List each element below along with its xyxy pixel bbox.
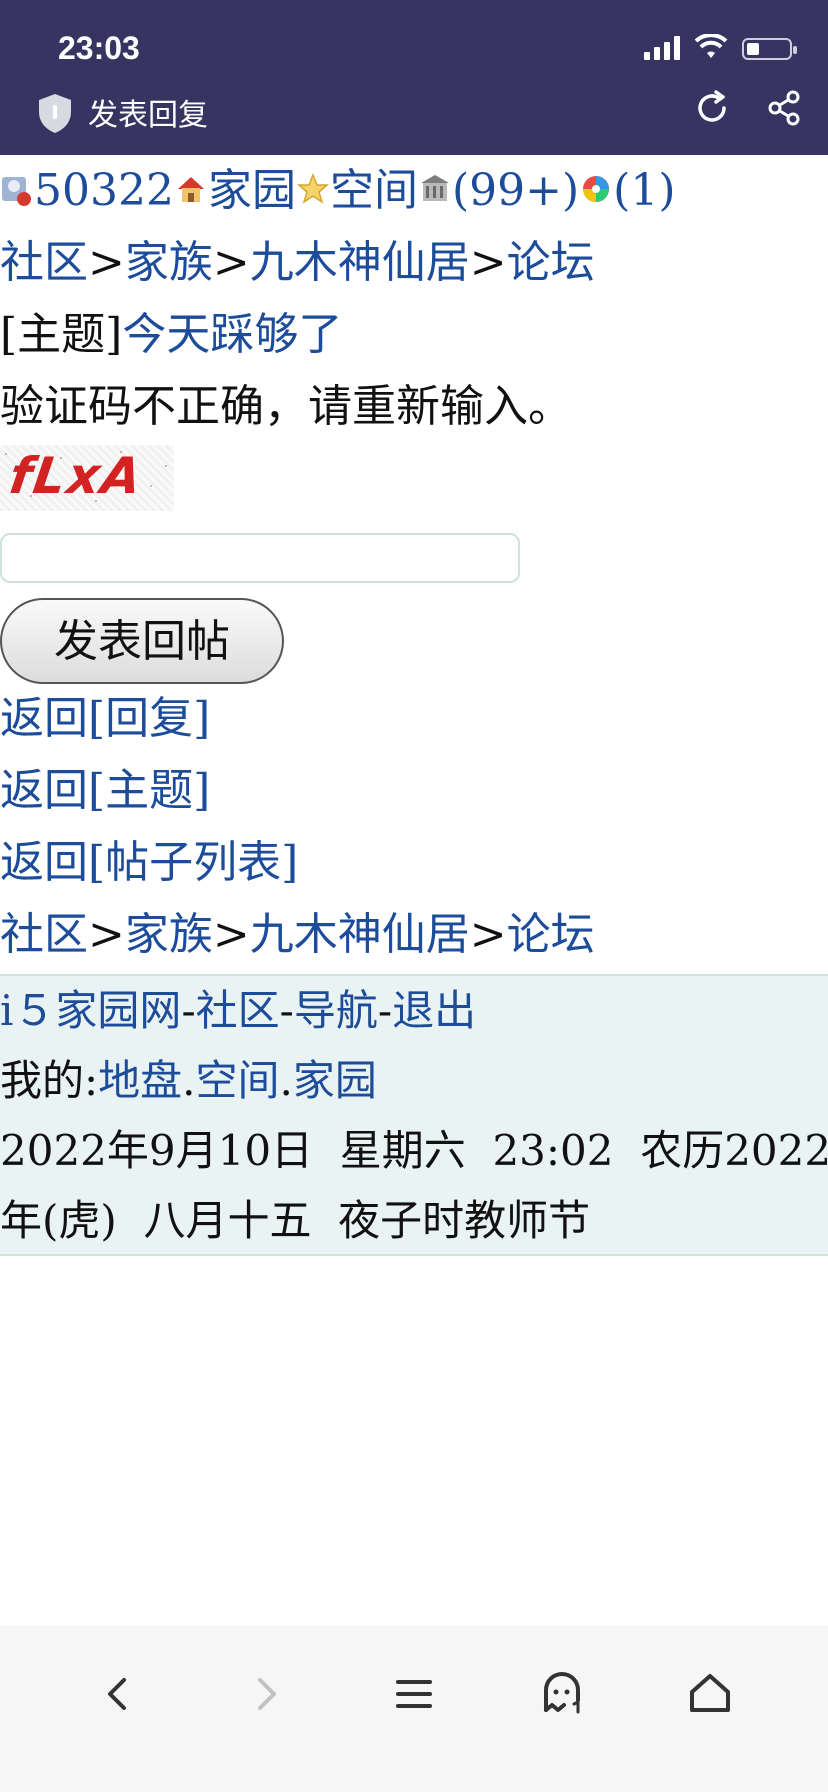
house-icon[interactable] xyxy=(174,171,208,207)
breadcrumb-sep: > xyxy=(212,909,250,960)
mine-home-link[interactable]: 家园 xyxy=(293,1056,377,1105)
breadcrumb-forum[interactable]: 论坛 xyxy=(507,909,595,960)
footer-dot: . xyxy=(279,1056,293,1105)
space-link[interactable]: 空间 xyxy=(330,165,418,216)
mine-space-link[interactable]: 空间 xyxy=(196,1056,280,1105)
footer-nav-link[interactable]: 导航 xyxy=(294,986,378,1035)
captcha-image: fLxA xyxy=(0,445,174,511)
page-title: 发表回复 xyxy=(88,99,208,132)
error-message: 验证码不正确，请重新输入。 xyxy=(0,381,572,432)
menu-icon[interactable] xyxy=(386,1666,442,1722)
breadcrumb-forum[interactable]: 论坛 xyxy=(507,237,595,288)
mine-land-link[interactable]: 地盘 xyxy=(98,1056,182,1105)
captcha-input[interactable] xyxy=(0,533,520,583)
site-footer: i５家园网-社区-导航-退出 我的:地盘.空间.家园 2022年9月10日 星期… xyxy=(0,974,828,1256)
captcha-text: fLxA xyxy=(5,447,147,505)
battery-icon xyxy=(742,38,797,60)
breadcrumb-sep: > xyxy=(212,237,250,288)
topic-line: [主题]今天踩够了 xyxy=(0,299,828,371)
home-link[interactable]: 家园 xyxy=(208,165,296,216)
main-content: 50322 家园 空间 (99+) (1) 社区>家族>九木神仙居>论坛 [主题… xyxy=(0,155,828,443)
footer-community-link[interactable]: 社区 xyxy=(196,986,280,1035)
battery-level xyxy=(747,43,759,55)
home-icon[interactable] xyxy=(682,1666,738,1722)
breadcrumb: 社区>家族>九木神仙居>论坛 xyxy=(0,227,828,299)
breadcrumb-group[interactable]: 九木神仙居 xyxy=(250,237,470,288)
signal-icon xyxy=(644,36,680,60)
status-icons xyxy=(644,34,797,60)
extra-count-link[interactable]: (1) xyxy=(613,165,675,216)
star-icon[interactable] xyxy=(296,171,330,207)
footer-dash: - xyxy=(377,986,393,1035)
browser-bottom-bar xyxy=(0,1626,828,1792)
shield-icon xyxy=(39,94,71,133)
breadcrumb-sep: > xyxy=(469,237,507,288)
submit-reply-button[interactable]: 发表回帖 xyxy=(0,598,284,684)
refresh-icon[interactable] xyxy=(692,88,732,128)
breadcrumb-community[interactable]: 社区 xyxy=(0,909,88,960)
topic-prefix: [主题] xyxy=(0,309,123,360)
mine-prefix: 我的: xyxy=(0,1056,99,1105)
breadcrumb-sep: > xyxy=(88,909,125,960)
footer-nav: i５家园网-社区-导航-退出 xyxy=(0,976,828,1046)
ghost-icon[interactable] xyxy=(534,1666,590,1722)
site-home-link[interactable]: i５家园网 xyxy=(0,986,181,1035)
status-bar: 23:03 xyxy=(0,0,828,98)
breadcrumb-sep: > xyxy=(469,909,507,960)
forward-icon[interactable] xyxy=(238,1666,294,1722)
breadcrumb-community[interactable]: 社区 xyxy=(0,237,88,288)
return-links: 返回[回复] 返回[主题] 返回[帖子列表] 社区>家族>九木神仙居>论坛 xyxy=(0,683,595,971)
footer-dash: - xyxy=(279,986,294,1035)
building-icon[interactable] xyxy=(418,171,452,207)
breadcrumb-clan[interactable]: 家族 xyxy=(125,237,213,288)
back-to-list-link[interactable]: 返回[帖子列表] xyxy=(0,837,298,888)
topic-title-link[interactable]: 今天踩够了 xyxy=(122,309,342,360)
back-to-topic-link[interactable]: 返回[主题] xyxy=(0,765,210,816)
user-avatar-icon[interactable] xyxy=(0,171,34,207)
pinwheel-icon[interactable] xyxy=(579,171,613,207)
browser-title-bar: 发表回复 xyxy=(0,90,828,155)
share-icon[interactable] xyxy=(764,88,804,128)
wifi-icon xyxy=(694,34,728,58)
breadcrumb-bottom: 社区>家族>九木神仙居>论坛 xyxy=(0,899,595,971)
footer-dot: . xyxy=(182,1056,196,1105)
user-bar: 50322 家园 空间 (99+) (1) xyxy=(0,155,828,227)
back-icon[interactable] xyxy=(90,1666,146,1722)
footer-mine: 我的:地盘.空间.家园 xyxy=(0,1046,828,1116)
date-line-1: 2022年9月10日 星期六 23:02 农历2022 xyxy=(0,1126,828,1175)
user-id-link[interactable]: 50322 xyxy=(34,165,174,216)
message-count-link[interactable]: (99+) xyxy=(452,165,579,216)
breadcrumb-group[interactable]: 九木神仙居 xyxy=(250,909,470,960)
logout-link[interactable]: 退出 xyxy=(392,986,476,1035)
footer-dash: - xyxy=(181,986,196,1035)
status-time: 23:03 xyxy=(58,30,140,66)
breadcrumb-clan[interactable]: 家族 xyxy=(125,909,213,960)
date-line-2: 年(虎) 八月十五 夜子时教师节 xyxy=(0,1196,591,1245)
breadcrumb-sep: > xyxy=(88,237,125,288)
back-to-reply-link[interactable]: 返回[回复] xyxy=(0,693,210,744)
